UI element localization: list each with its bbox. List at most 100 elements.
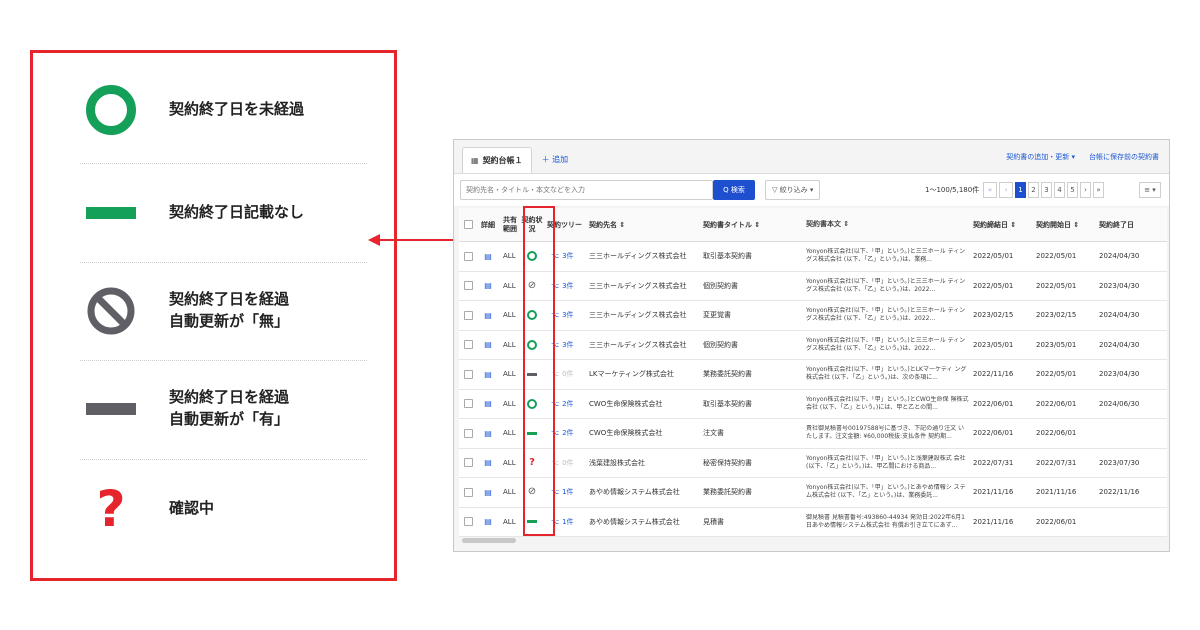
contract-title: 業務委託契約書 xyxy=(703,488,752,497)
page-button[interactable]: 1 xyxy=(1015,182,1026,198)
row-select[interactable] xyxy=(459,428,477,438)
signed-date: 2022/11/16 xyxy=(973,370,1014,379)
contract-title: 注文書 xyxy=(703,429,724,438)
legend-divider xyxy=(80,262,367,263)
row-select[interactable] xyxy=(459,487,477,497)
first-page-button[interactable]: « xyxy=(983,182,997,198)
legend-divider xyxy=(80,163,367,164)
filter-button[interactable]: ▽ 絞り込み ▾ xyxy=(765,180,821,200)
checkbox[interactable] xyxy=(463,428,473,438)
detail-button[interactable]: ▤ xyxy=(477,370,499,379)
last-page-button[interactable]: » xyxy=(1093,182,1104,198)
checkbox[interactable] xyxy=(463,281,473,291)
checkbox[interactable] xyxy=(463,220,473,229)
contract-title: 業務委託契約書 xyxy=(703,370,752,379)
end-date: 2024/04/30 xyxy=(1099,311,1140,320)
detail-button[interactable]: ▤ xyxy=(477,281,499,290)
page-button[interactable]: 2 xyxy=(1028,182,1039,198)
add-update-contract-link[interactable]: 契約書の追加・更新 ▾ xyxy=(1006,152,1075,162)
party-name: 浅葉建設株式会社 xyxy=(589,458,645,467)
share-scope: ALL xyxy=(503,281,516,290)
contract-table: 詳細 共有範囲 契約状況 契約ツリー 契約先名 ⇕ 契約書タイトル ⇕ 契約書本… xyxy=(459,208,1167,537)
search-button[interactable]: Q 検索 xyxy=(713,180,755,200)
document-icon[interactable]: ▤ xyxy=(484,370,492,379)
table-row[interactable]: ▤ ALL ⌥ 3件 三三ホールディングス株式会社 変更覚書 Yonyon株式会社(以下、「… xyxy=(459,301,1167,331)
unsaved-contracts-link[interactable]: 台帳に保存前の契約書 xyxy=(1089,152,1159,162)
document-icon[interactable]: ▤ xyxy=(484,399,492,408)
column-header-title[interactable]: 契約書タイトル ⇕ xyxy=(699,220,802,230)
page-button[interactable]: 4 xyxy=(1054,182,1065,198)
table-row[interactable]: ▤ ALL ⌥ 3件 三三ホールディングス株式会社 取引基本契約書 Yonyon株式会社(以… xyxy=(459,242,1167,272)
share-scope: ALL xyxy=(503,458,516,467)
page-button[interactable]: 5 xyxy=(1067,182,1078,198)
row-select[interactable] xyxy=(459,340,477,350)
table-row[interactable]: ▤ ALL ⌥ 0件 LKマーケティング株式会社 業務委託契約書 Yonyon株式会社(以下… xyxy=(459,360,1167,390)
detail-button[interactable]: ▤ xyxy=(477,252,499,261)
row-select[interactable] xyxy=(459,458,477,468)
checkbox[interactable] xyxy=(463,251,473,261)
contract-body-preview: 貴社御見積書号00197588号に基づき、下記の通り注文 いたします。注文金額:… xyxy=(806,425,965,441)
checkbox[interactable] xyxy=(463,310,473,320)
signed-date: 2022/05/01 xyxy=(973,281,1014,290)
next-page-button[interactable]: › xyxy=(1080,182,1091,198)
checkbox[interactable] xyxy=(463,340,473,350)
row-select[interactable] xyxy=(459,517,477,527)
detail-button[interactable]: ▤ xyxy=(477,458,499,467)
column-header-end-date[interactable]: 契約終了日 xyxy=(1095,220,1147,230)
add-tab-button[interactable]: ＋ 追加 xyxy=(542,154,569,165)
detail-button[interactable]: ▤ xyxy=(477,488,499,497)
table-row[interactable]: ▤ ALL? ⌥ 0件 浅葉建設株式会社 秘密保持契約書 Yonyon株式会社(以下、「甲」… xyxy=(459,449,1167,478)
table-row[interactable]: ▤ ALL ⌥ 2件 CWO生命保険株式会社 注文書 貴社御見積書号00197588号に基づ… xyxy=(459,419,1167,449)
document-icon[interactable]: ▤ xyxy=(484,311,492,320)
header-select-all[interactable] xyxy=(459,220,477,229)
table-row[interactable]: ▤ ALL ⌥ 2件 CWO生命保険株式会社 取引基本契約書 Yonyon株式会社(以下、「… xyxy=(459,390,1167,419)
detail-button[interactable]: ▤ xyxy=(477,311,499,320)
document-icon[interactable]: ▤ xyxy=(484,458,492,467)
row-select[interactable] xyxy=(459,310,477,320)
row-select[interactable] xyxy=(459,251,477,261)
detail-button[interactable]: ▤ xyxy=(477,517,499,526)
column-header-body[interactable]: 契約書本文 ⇕ xyxy=(802,220,969,229)
table-row[interactable]: ▤ ALL ⊘ ⌥ 1件 あやめ情報システム株式会社 業務委託契約書 Yonyon株式会社(以… xyxy=(459,478,1167,508)
prev-page-button[interactable]: ‹ xyxy=(999,182,1013,198)
detail-button[interactable]: ▤ xyxy=(477,429,499,438)
legend-item-expired-no-renewal: 契約終了日を経過 自動更新が「無」 xyxy=(83,283,289,339)
column-header-signed-date[interactable]: 契約締結日 ⇕ xyxy=(969,220,1032,230)
document-icon[interactable]: ▤ xyxy=(484,429,492,438)
tab-label: 契約台帳１ xyxy=(482,156,523,165)
checkbox[interactable] xyxy=(463,399,473,409)
column-header-party[interactable]: 契約先名 ⇕ xyxy=(585,220,699,230)
table-row[interactable]: ▤ ALL ⌥ 3件 三三ホールディングス株式会社 個別契約書 Yonyon株式会社(以下、… xyxy=(459,331,1167,360)
end-date: 2024/06/30 xyxy=(1099,399,1140,408)
document-icon[interactable]: ▤ xyxy=(484,281,492,290)
column-header-start-date[interactable]: 契約開始日 ⇕ xyxy=(1032,220,1095,230)
document-icon[interactable]: ▤ xyxy=(484,517,492,526)
row-select[interactable] xyxy=(459,399,477,409)
detail-button[interactable]: ▤ xyxy=(477,340,499,349)
legend-label-line: 自動更新が「有」 xyxy=(169,410,290,428)
horizontal-scrollbar[interactable] xyxy=(462,538,516,543)
share-scope: ALL xyxy=(503,517,516,526)
view-options-button[interactable]: ≡ ▾ xyxy=(1139,182,1161,198)
checkbox[interactable] xyxy=(463,487,473,497)
detail-button[interactable]: ▤ xyxy=(477,399,499,408)
result-count: 1〜100/5,180件 xyxy=(925,186,980,194)
signed-date: 2022/06/01 xyxy=(973,399,1014,408)
contract-title: 個別契約書 xyxy=(703,281,738,290)
document-icon[interactable]: ▤ xyxy=(484,340,492,349)
end-date: 2023/04/30 xyxy=(1099,370,1140,379)
row-select[interactable] xyxy=(459,369,477,379)
tab-contract-ledger[interactable]: ▦ 契約台帳１ xyxy=(462,147,532,173)
table-row[interactable]: ▤ ALL ⌥ 1件 あやめ情報システム株式会社 見積書 御見積書 見積書番号:493860… xyxy=(459,508,1167,537)
document-icon[interactable]: ▤ xyxy=(484,252,492,261)
checkbox[interactable] xyxy=(463,458,473,468)
checkbox[interactable] xyxy=(463,369,473,379)
table-row[interactable]: ▤ ALL ⊘ ⌥ 3件 三三ホールディングス株式会社 個別契約書 Yonyon株式会社(以下… xyxy=(459,272,1167,301)
document-icon[interactable]: ▤ xyxy=(484,488,492,497)
page-button[interactable]: 3 xyxy=(1041,182,1052,198)
checkbox[interactable] xyxy=(463,517,473,527)
search-input[interactable] xyxy=(460,180,713,200)
signed-date: 2022/05/01 xyxy=(973,252,1014,261)
row-select[interactable] xyxy=(459,281,477,291)
legend-label: 確認中 xyxy=(169,498,214,520)
